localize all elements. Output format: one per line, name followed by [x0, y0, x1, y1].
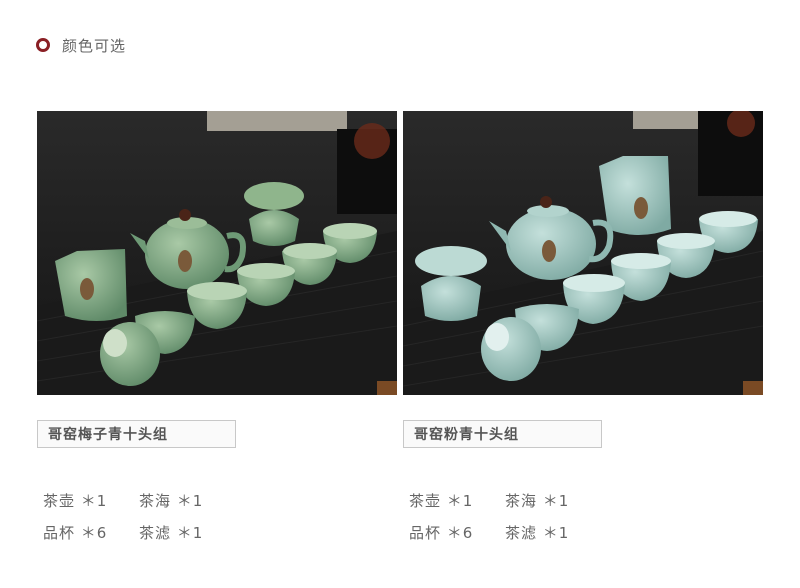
tea-set-photo — [403, 111, 763, 395]
section-title: 颜色可选 — [62, 36, 127, 55]
product-card-plum-green: 哥窑梅子青十头组 茶壶 ＊1 茶海 ＊1 品杯 ＊6 茶滤 ＊1 — [37, 111, 397, 548]
product-name: 哥窑梅子青十头组 — [37, 420, 236, 448]
item-cups: 品杯 ＊6 — [43, 523, 108, 542]
item-teapot: 茶壶 ＊1 — [409, 491, 474, 510]
ring-bullet-icon — [36, 38, 50, 52]
section-header: 颜色可选 — [36, 34, 126, 56]
product-card-powder-blue: 哥窑粉青十头组 茶壶 ＊1 茶海 ＊1 品杯 ＊6 茶滤 ＊1 — [403, 111, 763, 548]
item-teapot: 茶壶 ＊1 — [43, 491, 108, 510]
item-row: 品杯 ＊6 茶滤 ＊1 — [409, 516, 763, 548]
item-list: 茶壶 ＊1 茶海 ＊1 品杯 ＊6 茶滤 ＊1 — [409, 484, 763, 548]
item-row: 品杯 ＊6 茶滤 ＊1 — [43, 516, 397, 548]
item-pitcher: 茶海 ＊1 — [505, 491, 570, 510]
item-row: 茶壶 ＊1 茶海 ＊1 — [409, 484, 763, 516]
tea-set-photo — [37, 111, 397, 395]
item-pitcher: 茶海 ＊1 — [139, 491, 204, 510]
item-strainer: 茶滤 ＊1 — [505, 523, 570, 542]
product-name: 哥窑粉青十头组 — [403, 420, 602, 448]
item-cups: 品杯 ＊6 — [409, 523, 474, 542]
item-row: 茶壶 ＊1 茶海 ＊1 — [43, 484, 397, 516]
item-strainer: 茶滤 ＊1 — [139, 523, 204, 542]
item-list: 茶壶 ＊1 茶海 ＊1 品杯 ＊6 茶滤 ＊1 — [43, 484, 397, 548]
